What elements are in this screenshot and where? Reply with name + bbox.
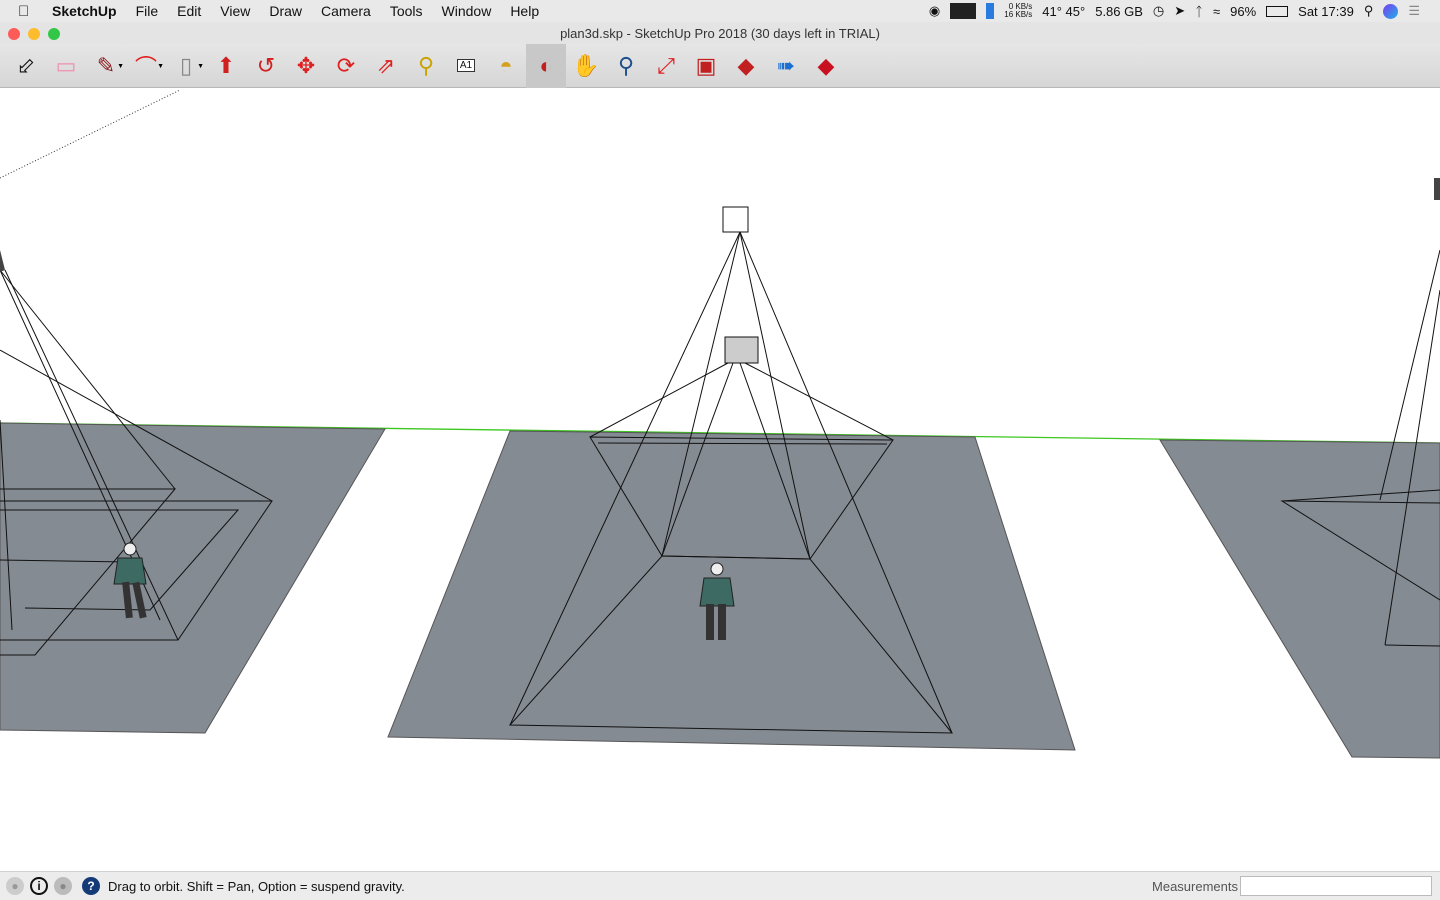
camera-box-middle [724,336,759,364]
pan-tool-button[interactable]: ✋ [566,44,606,88]
menu-camera[interactable]: Camera [321,3,371,19]
chevron-down-icon[interactable]: ▼ [197,63,204,70]
orbit-tool-button[interactable]: ◐ [526,43,566,88]
rectangle-tool-button[interactable]: ▯ ▼ [166,44,206,88]
camera-box-left [0,250,5,272]
orbit-icon: ◐ [539,52,553,78]
credits-info-icon[interactable]: i [30,877,48,895]
chevron-down-icon[interactable]: ▼ [117,63,124,70]
siri-icon[interactable] [1383,3,1399,19]
spotlight-search-icon[interactable]: ⚲ [1364,3,1374,19]
pencil-icon: ✎ [96,52,116,78]
location-icon[interactable]: ➤ [1174,3,1185,19]
cpu-meter-icon[interactable] [950,3,977,19]
geolocation-icon[interactable]: ● [6,877,24,895]
window-title: plan3d.skp - SketchUp Pro 2018 (30 days … [560,26,880,41]
push-pull-tool-button[interactable]: ⬆ [206,44,246,88]
offset-tool-button[interactable]: ↺ [246,44,286,88]
tape-measure-icon: ⚲ [417,52,435,78]
temperature-readout[interactable]: 41° 45° [1042,4,1085,19]
eraser-tool-button[interactable]: ▭ [46,44,86,88]
camera-box-top [722,206,749,233]
measurements-label: Measurements [1152,879,1238,894]
minimize-button[interactable] [28,28,40,40]
send-to-layout-tool-button[interactable]: ➠ [766,44,806,88]
push-pull-icon: ⬆ [216,52,236,78]
close-button[interactable] [8,28,20,40]
menu-app[interactable]: SketchUp [52,3,117,19]
rotate-icon: ⟳ [336,52,356,78]
ground-plane-right [1159,439,1440,759]
move-tool-button[interactable]: ✥ [286,44,326,88]
layout-icon: ➠ [776,52,796,78]
text-icon: A1 [456,59,476,72]
menu-file[interactable]: File [136,3,159,19]
rotate-tool-button[interactable]: ⟳ [326,44,366,88]
network-meter[interactable]: 0 KB/s 16 KB/s [1004,3,1032,19]
select-tool-button[interactable]: ⬃ [6,44,46,88]
camera-box-right [1434,178,1440,200]
move-icon: ✥ [296,52,316,78]
extension-warehouse-tool-button[interactable]: ◆ [726,44,766,88]
menu-help[interactable]: Help [510,3,539,19]
apple-menu-icon[interactable]:  [18,3,38,20]
status-hint: Drag to orbit. Shift = Pan, Option = sus… [108,878,405,894]
tape-measure-tool-button[interactable]: ⚲ [406,44,446,88]
bluetooth-icon[interactable]: ᛏ [1195,4,1203,19]
ruby-icon: ◆ [817,52,835,78]
extension-manager-tool-button[interactable]: ◆ [806,44,846,88]
zoom-button[interactable] [48,28,60,40]
memory-readout[interactable]: 5.86 GB [1095,4,1143,19]
chevron-down-icon[interactable]: ▼ [157,63,164,70]
extension-icon: ◆ [737,52,755,78]
creative-cloud-icon[interactable]: ◉ [929,3,940,19]
zoom-tool-button[interactable]: ⚲ [606,44,646,88]
help-icon[interactable]: ? [82,877,100,895]
battery-icon[interactable] [1266,5,1289,17]
arc-icon: ⌒ [134,54,157,80]
menu-edit[interactable]: Edit [177,3,201,19]
memory-meter-icon[interactable] [986,3,995,19]
menu-bar:  SketchUp File Edit View Draw Camera To… [0,0,1440,22]
time-machine-icon[interactable]: ◷ [1153,3,1164,19]
battery-percent[interactable]: 96% [1230,4,1256,19]
wifi-icon[interactable]: ≈ [1213,4,1220,19]
rectangle-icon: ▯ [179,52,193,78]
arrow-cursor-icon: ⬃ [16,52,36,78]
user-account-icon[interactable]: ● [54,877,72,895]
menu-window[interactable]: Window [442,3,492,19]
status-bar: ● i ● ? Drag to orbit. Shift = Pan, Opti… [0,871,1440,900]
hand-icon: ✋ [572,52,600,78]
window-titlebar: plan3d.skp - SketchUp Pro 2018 (30 days … [0,22,1440,44]
scale-tool-button[interactable]: ⇗ [366,44,406,88]
zoom-extents-tool-button[interactable]: ⤢ [646,44,686,88]
menu-tools[interactable]: Tools [390,3,423,19]
text-tool-button[interactable]: A1 [446,44,486,88]
paint-bucket-tool-button[interactable]: ◓ [486,44,526,88]
magnifier-icon: ⚲ [617,52,635,78]
zoom-extents-icon: ⤢ [657,52,675,78]
offset-icon: ↺ [256,52,276,78]
scale-icon: ⇗ [376,52,396,78]
axis-line [0,89,181,179]
menu-draw[interactable]: Draw [269,3,302,19]
measurements-input[interactable] [1240,876,1432,896]
notification-center-icon[interactable]: ☰ [1408,3,1420,19]
toolbar: ⬃ ▭ ✎ ▼ ⌒ ▼ ▯ ▼ ⬆ ↺ ✥ ⟳ ⇗ ⚲ A1 ◓ ◐ ✋ ⚲ ⤢ ▣ ◆ ➠ ◆ [0,43,1440,88]
3d-scene[interactable] [0,88,1440,871]
line-tool-button[interactable]: ✎ ▼ [86,44,126,88]
warehouse-icon: ▣ [695,52,717,78]
drawing-viewport[interactable] [0,88,1440,871]
menu-view[interactable]: View [220,3,250,19]
arc-tool-button[interactable]: ⌒ ▼ [126,44,166,88]
clock[interactable]: Sat 17:39 [1298,4,1354,19]
3d-warehouse-tool-button[interactable]: ▣ [686,44,726,88]
ground-plane-left [0,422,386,734]
paint-bucket-icon: ◓ [499,52,513,78]
eraser-icon: ▭ [55,52,77,78]
